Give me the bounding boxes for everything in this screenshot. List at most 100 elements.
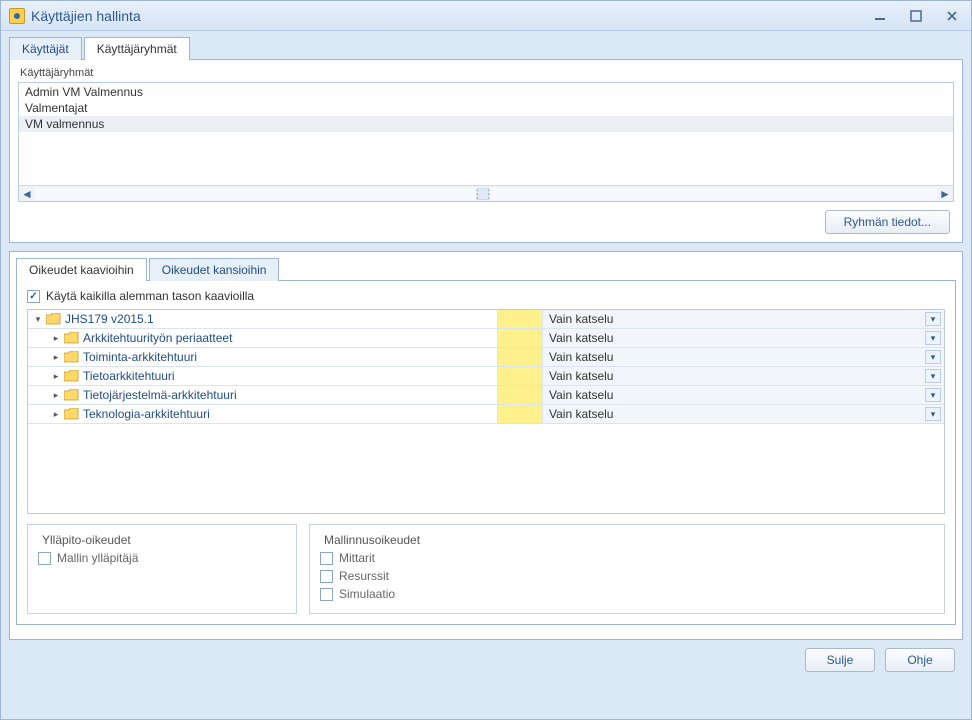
apply-all-label: Käytä kaikilla alemman tason kaavioilla — [46, 289, 254, 303]
apply-all-checkbox[interactable] — [27, 290, 40, 303]
option-row: Mallin ylläpitäjä — [38, 551, 286, 565]
list-item[interactable]: Valmentajat — [19, 100, 953, 116]
permissions-tree[interactable]: ▾JHS179 v2015.1Vain katselu▾▸Arkkitehtuu… — [27, 309, 945, 514]
chevron-right-icon[interactable]: ▸ — [50, 389, 62, 401]
tree-node-label: Arkkitehtuurityön periaatteet — [83, 331, 232, 345]
metrics-label: Mittarit — [339, 551, 375, 565]
chevron-right-icon[interactable]: ▸ — [50, 370, 62, 382]
rights-panel: Oikeudet kaavioihin Oikeudet kansioihin … — [9, 251, 963, 640]
scroll-right-icon[interactable]: ► — [937, 186, 953, 201]
bottom-groups: Ylläpito-oikeudet Mallin ylläpitäjä Mall… — [27, 524, 945, 614]
window-controls — [869, 7, 963, 25]
app-icon — [9, 8, 25, 24]
color-cell — [498, 405, 543, 423]
modeling-rights-box: Mallinnusoikeudet Mittarit Resurssit Sim… — [309, 524, 945, 614]
color-cell — [498, 386, 543, 404]
simulation-label: Simulaatio — [339, 587, 395, 601]
dropdown-icon[interactable]: ▾ — [925, 369, 941, 383]
tree-cell-label[interactable]: ▸ Arkkitehtuurityön periaatteet — [28, 329, 498, 347]
folder-icon — [64, 389, 79, 401]
window-title: Käyttäjien hallinta — [31, 8, 141, 24]
color-cell — [498, 329, 543, 347]
option-row: Simulaatio — [320, 587, 934, 601]
modeling-rights-title: Mallinnusoikeudet — [320, 533, 424, 547]
scroll-thumb[interactable]: ⋮⋮ — [477, 188, 489, 200]
dropdown-icon[interactable]: ▾ — [925, 350, 941, 364]
tree-row[interactable]: ▸ Tietojärjestelmä-arkkitehtuuri Vain kats… — [28, 386, 944, 405]
color-cell — [498, 348, 543, 366]
tree-node-label: Tietoarkkitehtuuri — [83, 369, 175, 383]
folder-icon — [64, 408, 79, 420]
scroll-left-icon[interactable]: ◄ — [19, 186, 35, 201]
simulation-checkbox[interactable] — [320, 588, 333, 601]
group-details-button[interactable]: Ryhmän tiedot... — [825, 210, 950, 234]
tree-cell-label[interactable]: ▸Teknologia-arkkitehtuuri — [28, 405, 498, 423]
close-icon[interactable] — [941, 7, 963, 25]
resources-checkbox[interactable] — [320, 570, 333, 583]
close-button[interactable]: Sulje — [805, 648, 875, 672]
folder-icon — [64, 332, 79, 344]
option-row: Resurssit — [320, 569, 934, 583]
permission-value: Vain katselu — [549, 369, 613, 383]
horizontal-scrollbar[interactable]: ◄ ⋮⋮ ► — [19, 185, 953, 201]
scroll-track[interactable]: ⋮⋮ — [35, 188, 937, 200]
chevron-down-icon[interactable]: ▾ — [32, 313, 44, 325]
window: Käyttäjien hallinta Käyttäjät Käyttäjäry… — [0, 0, 972, 720]
admin-rights-box: Ylläpito-oikeudet Mallin ylläpitäjä — [27, 524, 297, 614]
tree-row[interactable]: ▾ JHS179 v2015.1 Vain katselu ▾ — [28, 310, 944, 329]
permission-value: Vain katselu — [549, 312, 613, 326]
model-admin-label: Mallin ylläpitäjä — [57, 551, 138, 565]
permission-cell[interactable]: Vain katselu▾ — [543, 386, 944, 404]
color-cell — [498, 310, 543, 328]
tab-users[interactable]: Käyttäjät — [9, 37, 82, 60]
color-cell — [498, 367, 543, 385]
tree-cell-label[interactable]: ▸ Tietoarkkitehtuuri — [28, 367, 498, 385]
tree-node-label: JHS179 v2015.1 — [65, 312, 154, 326]
tree-row[interactable]: ▸ Toiminta-arkkitehtuuri Vain katselu▾ — [28, 348, 944, 367]
permission-cell[interactable]: Vain katselu ▾ — [543, 367, 944, 385]
groups-panel: Käyttäjäryhmät Admin VM Valmennus Valmen… — [9, 59, 963, 243]
tree-cell-label[interactable]: ▾ JHS179 v2015.1 — [28, 310, 498, 328]
dropdown-icon[interactable]: ▾ — [925, 407, 941, 421]
tree-cell-label[interactable]: ▸ Tietojärjestelmä-arkkitehtuuri — [28, 386, 498, 404]
permission-cell[interactable]: Vain katselu ▾ — [543, 329, 944, 347]
top-tabs: Käyttäjät Käyttäjäryhmät — [9, 37, 963, 60]
permission-value: Vain katselu — [549, 331, 613, 345]
tree-node-label: Toiminta-arkkitehtuuri — [83, 350, 197, 364]
tab-user-groups[interactable]: Käyttäjäryhmät — [84, 37, 190, 60]
rights-content: Käytä kaikilla alemman tason kaavioilla … — [16, 280, 956, 625]
minimize-icon[interactable] — [869, 7, 891, 25]
tree-row[interactable]: ▸ Arkkitehtuurityön periaatteet Vain katse… — [28, 329, 944, 348]
model-admin-checkbox[interactable] — [38, 552, 51, 565]
tree-cell-label[interactable]: ▸ Toiminta-arkkitehtuuri — [28, 348, 498, 366]
resources-label: Resurssit — [339, 569, 389, 583]
folder-icon — [64, 370, 79, 382]
tree-row[interactable]: ▸Teknologia-arkkitehtuuri Vain katselu ▾ — [28, 405, 944, 424]
folder-icon — [64, 351, 79, 363]
list-item[interactable]: VM valmennus — [19, 116, 953, 132]
client-area: Käyttäjät Käyttäjäryhmät Käyttäjäryhmät … — [1, 31, 971, 682]
chevron-right-icon[interactable]: ▸ — [50, 351, 62, 363]
inner-tabs: Oikeudet kaavioihin Oikeudet kansioihin — [16, 258, 962, 281]
dropdown-icon[interactable]: ▾ — [925, 331, 941, 345]
apply-all-row: Käytä kaikilla alemman tason kaavioilla — [27, 289, 945, 303]
tree-node-label: Tietojärjestelmä-arkkitehtuuri — [83, 388, 237, 402]
permission-cell[interactable]: Vain katselu ▾ — [543, 310, 944, 328]
maximize-icon[interactable] — [905, 7, 927, 25]
metrics-checkbox[interactable] — [320, 552, 333, 565]
permission-cell[interactable]: Vain katselu ▾ — [543, 405, 944, 423]
tab-diagram-rights[interactable]: Oikeudet kaavioihin — [16, 258, 147, 281]
dialog-buttons: Sulje Ohje — [9, 640, 963, 672]
dropdown-icon[interactable]: ▾ — [925, 312, 941, 326]
help-button[interactable]: Ohje — [885, 648, 955, 672]
groups-listbox[interactable]: Admin VM Valmennus Valmentajat VM valmen… — [18, 82, 954, 202]
dropdown-icon[interactable]: ▾ — [925, 388, 941, 402]
chevron-right-icon[interactable]: ▸ — [50, 332, 62, 344]
chevron-right-icon[interactable]: ▸ — [50, 408, 62, 420]
titlebar: Käyttäjien hallinta — [1, 1, 971, 31]
permission-value: Vain katselu — [549, 407, 613, 421]
permission-cell[interactable]: Vain katselu▾ — [543, 348, 944, 366]
tab-folder-rights[interactable]: Oikeudet kansioihin — [149, 258, 280, 281]
tree-row[interactable]: ▸ Tietoarkkitehtuuri Vain katselu ▾ — [28, 367, 944, 386]
list-item[interactable]: Admin VM Valmennus — [19, 84, 953, 100]
